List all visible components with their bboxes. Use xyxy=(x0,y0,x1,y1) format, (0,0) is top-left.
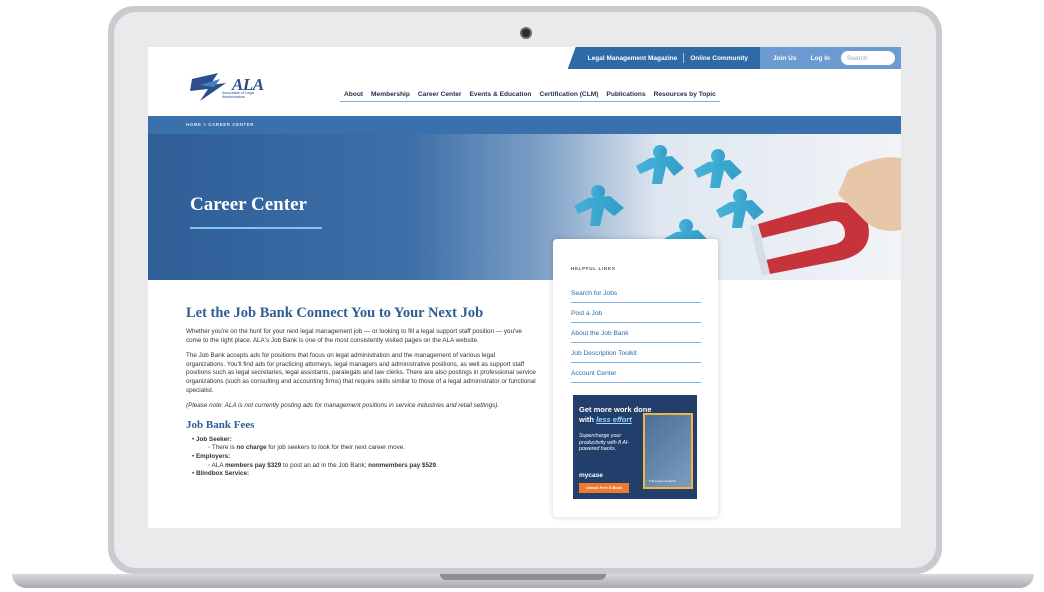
nav-certification[interactable]: Certification (CLM) xyxy=(535,91,603,102)
main-heading: Let the Job Bank Connect You to Your Nex… xyxy=(186,305,484,321)
utility-link-community[interactable]: Online Community xyxy=(684,55,754,62)
join-us-link[interactable]: Join Us xyxy=(766,55,803,62)
intro-paragraph: Whether you're on the hunt for your next… xyxy=(186,328,522,344)
mycase-ad-banner[interactable]: Get more work done with less effort Supe… xyxy=(573,395,697,499)
utility-account: Join Us Log In Search xyxy=(760,47,901,69)
ad-cta-button[interactable]: Unlock Free E-Book xyxy=(579,483,629,493)
note-paragraph: (Please note: ALA is not currently posti… xyxy=(186,402,500,410)
log-in-link[interactable]: Log In xyxy=(804,55,838,62)
fees-heading: Job Bank Fees xyxy=(186,418,255,431)
utility-links: Legal Management Magazine Online Communi… xyxy=(567,47,761,69)
camera-icon xyxy=(520,27,532,39)
job-bank-paragraph: The Job Bank accepts ads for positions t… xyxy=(186,352,536,394)
ad-image-label: 8 AI-powered Hacks xyxy=(649,479,676,483)
utility-bar: Legal Management Magazine Online Communi… xyxy=(567,47,901,69)
list-item: ◦ There is no charge for job seekers to … xyxy=(208,444,406,452)
list-item: • Blindbox Service: xyxy=(192,470,250,478)
ad-subtitle: Supercharge your productivity with 8 AI-… xyxy=(579,433,630,453)
title-underline xyxy=(190,227,322,229)
nav-about[interactable]: About xyxy=(340,91,368,102)
list-item: ◦ ALA members pay $329 to post an ad in … xyxy=(208,461,438,469)
helpful-links-card: HELPFUL LINKS Search for Jobs Post a Job… xyxy=(553,239,718,517)
helpful-link-post-job[interactable]: Post a Job xyxy=(571,310,701,323)
list-item: • Job Seeker: xyxy=(192,435,232,443)
nav-resources-by-topic[interactable]: Resources by Topic xyxy=(649,91,720,102)
search-input[interactable]: Search xyxy=(841,51,895,65)
laptop-notch xyxy=(440,574,606,580)
nav-publications[interactable]: Publications xyxy=(602,91,650,102)
ad-image: 8 AI-powered Hacks xyxy=(643,413,693,489)
helpful-link-job-description-toolkit[interactable]: Job Description Toolkit xyxy=(571,350,701,363)
logo-subtitle: Association of Legal Administrators xyxy=(222,91,255,99)
fees-list: • Job Seeker: ◦ There is no charge for j… xyxy=(186,436,536,479)
hero-banner: Career Center xyxy=(148,134,901,280)
helpful-link-search-jobs[interactable]: Search for Jobs xyxy=(571,290,701,303)
browser-screen: Legal Management Magazine Online Communi… xyxy=(148,47,901,528)
page-title: Career Center xyxy=(190,194,307,215)
ad-brand: mycase xyxy=(579,472,603,479)
list-item: • Employers: xyxy=(192,452,231,460)
utility-link-magazine[interactable]: Legal Management Magazine xyxy=(582,55,684,62)
breadcrumb[interactable]: HOME > CAREER CENTER xyxy=(186,122,254,127)
breadcrumb-bar xyxy=(148,116,901,134)
main-content: Let the Job Bank Connect You to Your Nex… xyxy=(186,305,536,479)
helpful-link-account-center[interactable]: Account Center xyxy=(571,370,701,383)
main-nav: About Membership Career Center Events & … xyxy=(340,91,720,102)
helpful-links-title: HELPFUL LINKS xyxy=(571,266,616,271)
nav-events-education[interactable]: Events & Education xyxy=(465,91,536,102)
nav-career-center[interactable]: Career Center xyxy=(413,91,466,102)
nav-membership[interactable]: Membership xyxy=(367,91,414,102)
helpful-link-about-job-bank[interactable]: About the Job Bank xyxy=(571,330,701,343)
